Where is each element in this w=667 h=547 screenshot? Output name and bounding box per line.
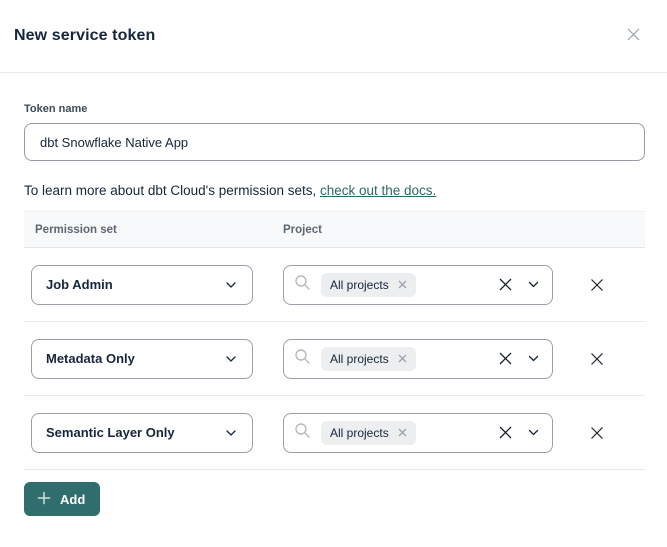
project-chip-label: All projects [330, 352, 389, 366]
project-multiselect[interactable]: All projects [283, 265, 553, 305]
project-chip: All projects [321, 421, 416, 445]
column-header-project: Project [283, 224, 322, 236]
project-multiselect[interactable]: All projects [283, 339, 553, 379]
permission-table: Permission set Project Job Admin All pro [24, 211, 645, 470]
permission-set-select[interactable]: Metadata Only [31, 339, 253, 379]
clear-selection-button[interactable] [498, 277, 513, 292]
remove-row-button[interactable] [586, 348, 608, 370]
chip-remove-icon[interactable] [398, 280, 407, 289]
add-row-button[interactable]: Add [24, 482, 100, 516]
chevron-down-icon [225, 277, 237, 292]
token-name-label: Token name [24, 103, 645, 115]
permission-set-select[interactable]: Job Admin [31, 265, 253, 305]
plus-icon [37, 491, 51, 508]
search-icon [294, 422, 311, 444]
project-chip: All projects [321, 273, 416, 297]
permission-set-value: Job Admin [46, 277, 113, 292]
chevron-down-icon [225, 351, 237, 366]
project-chip-label: All projects [330, 278, 389, 292]
permission-set-value: Semantic Layer Only [46, 425, 175, 440]
table-row: Job Admin All projects [24, 248, 645, 322]
close-icon [625, 26, 642, 46]
chip-remove-icon[interactable] [398, 354, 407, 363]
table-header-row: Permission set Project [24, 211, 645, 248]
project-multiselect[interactable]: All projects [283, 413, 553, 453]
search-icon [294, 274, 311, 296]
help-text-static: To learn more about dbt Cloud's permissi… [24, 183, 320, 198]
permission-help-text: To learn more about dbt Cloud's permissi… [24, 183, 645, 198]
close-button[interactable] [621, 24, 645, 48]
modal-content: Token name To learn more about dbt Cloud… [0, 103, 667, 516]
modal-header: New service token [0, 0, 667, 73]
chip-remove-icon[interactable] [398, 428, 407, 437]
clear-selection-button[interactable] [498, 425, 513, 440]
docs-link[interactable]: check out the docs. [320, 183, 436, 198]
project-chevron-down-icon[interactable] [528, 281, 539, 288]
table-row: Semantic Layer Only All projects [24, 396, 645, 470]
permission-set-select[interactable]: Semantic Layer Only [31, 413, 253, 453]
token-name-input[interactable] [24, 123, 645, 161]
table-row: Metadata Only All projects [24, 322, 645, 396]
project-chevron-down-icon[interactable] [528, 429, 539, 436]
modal-title: New service token [14, 27, 155, 45]
project-chevron-down-icon[interactable] [528, 355, 539, 362]
remove-row-button[interactable] [586, 274, 608, 296]
permission-set-value: Metadata Only [46, 351, 135, 366]
project-chip-label: All projects [330, 426, 389, 440]
clear-selection-button[interactable] [498, 351, 513, 366]
search-icon [294, 348, 311, 370]
project-chip: All projects [321, 347, 416, 371]
chevron-down-icon [225, 425, 237, 440]
column-header-permission-set: Permission set [24, 224, 283, 236]
new-service-token-modal: New service token Token name To learn mo… [0, 0, 667, 547]
add-button-label: Add [60, 492, 85, 507]
remove-row-button[interactable] [586, 422, 608, 444]
